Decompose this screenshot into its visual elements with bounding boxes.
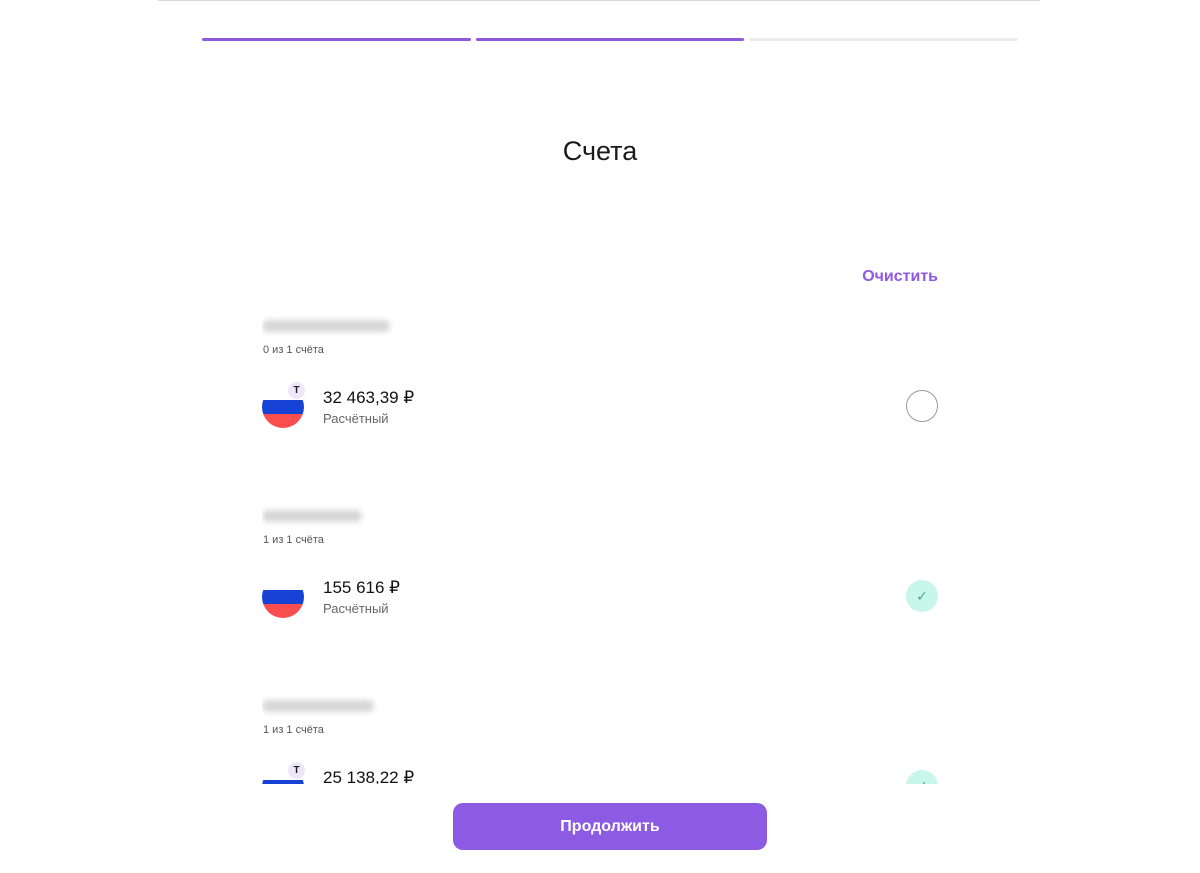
progress-step-1 (202, 38, 471, 41)
bank-badge-icon: T (288, 762, 305, 779)
select-checkbox-checked[interactable]: ✓ (906, 580, 938, 612)
top-divider (158, 0, 1040, 1)
group-name-blurred (262, 320, 390, 332)
select-checkbox[interactable] (906, 390, 938, 422)
account-amount: 32 463,39 ₽ (323, 388, 415, 407)
russia-flag-icon (262, 576, 304, 618)
progress-step-2 (475, 38, 745, 41)
select-checkbox-checked[interactable]: ✓ (906, 770, 938, 784)
accounts-list[interactable]: 0 из 1 счёта T 32 463,39 ₽ Расчётный 1 и… (262, 300, 940, 784)
clear-link[interactable]: Очистить (862, 268, 938, 286)
group-name-blurred (262, 510, 362, 522)
check-icon: ✓ (916, 588, 928, 604)
group-count: 1 из 1 счёта (263, 724, 324, 736)
account-amount: 155 616 ₽ (323, 578, 400, 597)
continue-button[interactable]: Продолжить (453, 803, 767, 850)
progress-step-3 (749, 38, 1019, 41)
page-title: Счета (562, 136, 638, 166)
account-row[interactable]: T 25 138,22 ₽ Расчётный ✓ (262, 762, 940, 784)
group-count: 0 из 1 счёта (263, 344, 324, 356)
account-type: Расчётный (323, 601, 389, 616)
group-name-blurred (262, 700, 374, 712)
account-row[interactable]: 155 616 ₽ Расчётный ✓ (262, 574, 940, 620)
check-icon: ✓ (916, 778, 928, 784)
bank-badge-icon: T (288, 382, 305, 399)
account-amount: 25 138,22 ₽ (323, 768, 415, 784)
group-count: 1 из 1 счёта (263, 534, 324, 546)
account-type: Расчётный (323, 411, 389, 426)
account-row[interactable]: T 32 463,39 ₽ Расчётный (262, 382, 940, 430)
step-progress (202, 38, 1019, 41)
